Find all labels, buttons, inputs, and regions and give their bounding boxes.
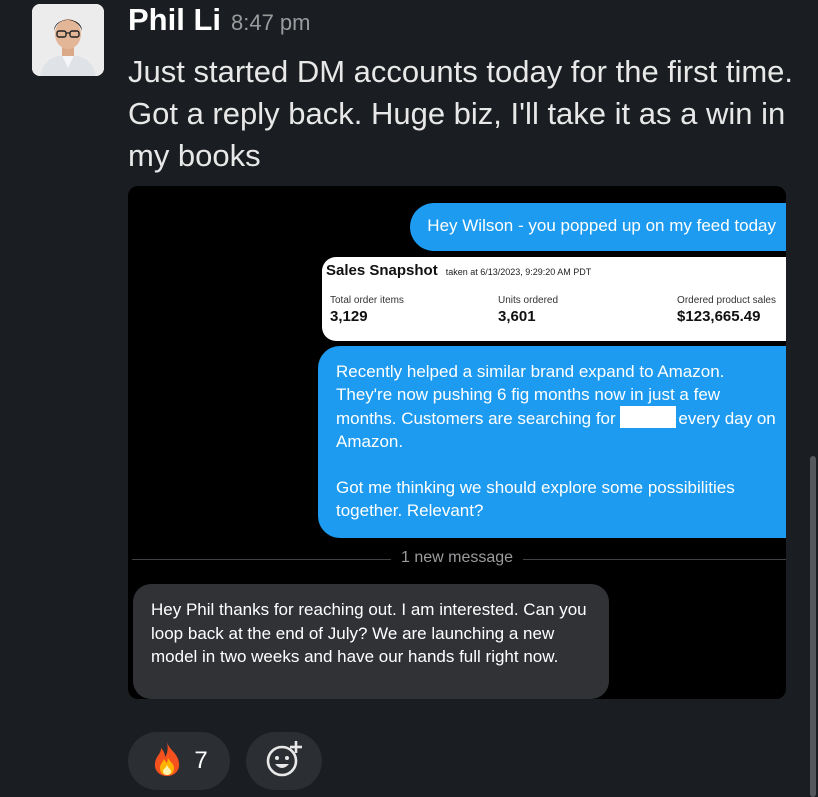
snapshot-metrics: Total order items 3,129 Units ordered 3,…	[326, 295, 786, 335]
snapshot-title-row: Sales Snapshot taken at 6/13/2023, 9:29:2…	[326, 262, 786, 279]
reaction-count: 7	[194, 747, 208, 774]
redaction-box	[620, 406, 677, 428]
dm-opening-bubble: Hey Wilson - you popped up on my feed to…	[410, 203, 786, 251]
snapshot-timestamp: taken at 6/13/2023, 9:29:20 AM PDT	[445, 267, 592, 277]
metric-total-order-items: Total order items 3,129	[330, 295, 404, 325]
metric-value: 3,601	[498, 308, 536, 325]
message-header: Phil Li 8:47 pm	[128, 2, 311, 42]
dm-pitch-bubble: Recently helped a similar brand expand t…	[318, 346, 786, 538]
metric-label: Ordered product sales	[677, 295, 776, 306]
metric-value: 3,129	[330, 308, 368, 325]
message-body: Just started DM accounts today for the f…	[128, 54, 794, 173]
screenshot-attachment[interactable]: Hey Wilson - you popped up on my feed to…	[128, 186, 786, 699]
scrollbar[interactable]	[810, 456, 816, 797]
reactions-bar: 7	[128, 732, 322, 790]
metric-units-ordered: Units ordered 3,601	[498, 295, 558, 325]
metric-label: Units ordered	[498, 295, 559, 306]
add-reaction-button[interactable]	[246, 732, 322, 790]
snapshot-title: Sales Snapshot	[326, 262, 438, 279]
metric-ordered-product-sales: Ordered product sales $123,665.49	[677, 295, 776, 325]
avatar[interactable]	[32, 4, 104, 76]
pitch-paragraph-2: Got me thinking we should explore some p…	[336, 478, 735, 520]
dm-reply-bubble: Hey Phil thanks for reaching out. I am i…	[133, 584, 609, 699]
add-emoji-icon	[264, 739, 304, 784]
sales-snapshot-card: Sales Snapshot taken at 6/13/2023, 9:29:2…	[322, 257, 786, 341]
metric-value: $123,665.49	[677, 308, 761, 325]
author-name[interactable]: Phil Li	[128, 2, 221, 38]
new-message-label: 1 new message	[390, 549, 524, 567]
fire-icon	[150, 741, 184, 782]
metric-label: Total order items	[330, 295, 404, 306]
reaction-fire[interactable]: 7	[128, 732, 230, 790]
timestamp[interactable]: 8:47 pm	[231, 10, 311, 36]
pitch-paragraph-1: Recently helped a similar brand expand t…	[336, 360, 776, 453]
